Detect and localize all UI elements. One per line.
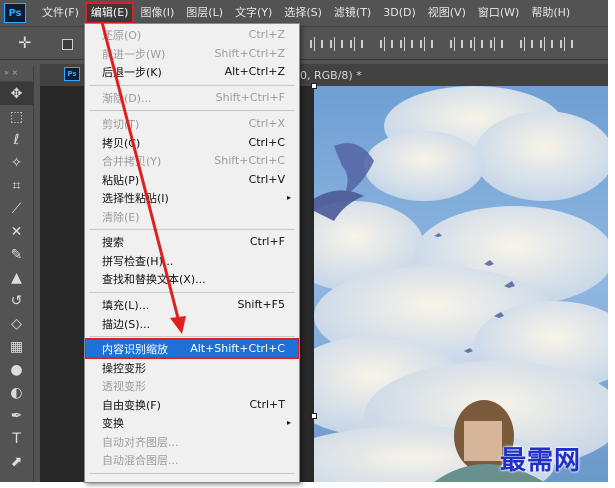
edit-menu-auto-align-layers[interactable]: 自动对齐图层...: [85, 432, 299, 451]
edit-menu-step-backward[interactable]: 后退一步(K) Alt+Ctrl+Z: [85, 62, 299, 81]
edit-menu-search[interactable]: 搜索 Ctrl+F: [85, 232, 299, 251]
move-icon[interactable]: ✛: [18, 33, 31, 52]
auto-select-checkbox[interactable]: [62, 39, 73, 50]
edit-menu-copy-merged[interactable]: 合并拷贝(Y) Shift+Ctrl+C: [85, 151, 299, 170]
blur-tool-icon[interactable]: ●: [0, 358, 33, 381]
eraser-tool-icon[interactable]: ◇: [0, 312, 33, 335]
eyedropper-tool-icon[interactable]: ⟋: [0, 197, 33, 220]
marquee-tool-icon[interactable]: ⬚: [0, 105, 33, 128]
edit-menu-step-forward[interactable]: 前进一步(W) Shift+Ctrl+Z: [85, 44, 299, 63]
edit-menu-paste-special[interactable]: 选择性粘贴(I) ▸: [85, 188, 299, 207]
distribute-left-icon[interactable]: [515, 36, 535, 52]
edit-menu-perspective-warp[interactable]: 透视变形: [85, 376, 299, 395]
crop-tool-icon[interactable]: ⌗: [0, 174, 33, 197]
brush-tool-icon[interactable]: ✎: [0, 243, 33, 266]
path-selection-tool-icon[interactable]: ⬈: [0, 450, 33, 473]
align-left-icon[interactable]: [375, 36, 395, 52]
align-vcenter-icon[interactable]: [325, 36, 345, 52]
align-bottom-icon[interactable]: [345, 36, 365, 52]
edit-menu-fade[interactable]: 渐隐(D)... Shift+Ctrl+F: [85, 88, 299, 107]
transform-handle-top-left[interactable]: [311, 83, 317, 89]
dodge-tool-icon[interactable]: ◐: [0, 381, 33, 404]
distribute-vcenter-icon[interactable]: [465, 36, 485, 52]
menu-select[interactable]: 选择(S): [278, 2, 328, 24]
menu-type[interactable]: 文字(Y): [229, 2, 278, 24]
menu-file[interactable]: 文件(F): [36, 2, 85, 24]
pen-tool-icon[interactable]: ✒: [0, 404, 33, 427]
type-tool-icon[interactable]: T: [0, 427, 33, 450]
document-ps-icon: Ps: [64, 67, 80, 81]
distribute-bottom-icon[interactable]: [485, 36, 505, 52]
menu-separator: [89, 229, 295, 230]
menu-filter[interactable]: 滤镜(T): [328, 2, 377, 24]
tools-panel-header[interactable]: » ×: [0, 66, 33, 82]
gradient-tool-icon[interactable]: ▦: [0, 335, 33, 358]
distribute-hcenter-icon[interactable]: [535, 36, 555, 52]
edit-menu-clear[interactable]: 清除(E): [85, 207, 299, 226]
history-brush-tool-icon[interactable]: ↺: [0, 289, 33, 312]
edit-menu-cut[interactable]: 剪切(T) Ctrl+X: [85, 114, 299, 133]
move-tool-icon[interactable]: ✥: [0, 82, 33, 105]
edit-menu-fill[interactable]: 填充(L)... Shift+F5: [85, 295, 299, 314]
menu-3d[interactable]: 3D(D): [377, 2, 422, 24]
menu-view[interactable]: 视图(V): [422, 2, 472, 24]
edit-menu-dropdown: 还原(O) Ctrl+Z 前进一步(W) Shift+Ctrl+Z 后退一步(K) A…: [84, 23, 300, 483]
edit-menu-puppet-warp[interactable]: 操控变形: [85, 358, 299, 377]
lasso-tool-icon[interactable]: ℓ: [0, 128, 33, 151]
photoshop-logo: Ps: [4, 3, 26, 23]
menu-window[interactable]: 窗口(W): [472, 2, 525, 24]
edit-menu-content-aware-scale[interactable]: 内容识别缩放 Alt+Shift+Ctrl+C: [85, 338, 299, 359]
submenu-arrow-icon: ▸: [286, 193, 291, 202]
stamp-tool-icon[interactable]: ▲: [0, 266, 33, 289]
edit-menu-stroke[interactable]: 描边(S)...: [85, 314, 299, 333]
edit-menu-free-transform[interactable]: 自由变换(F) Ctrl+T: [85, 395, 299, 414]
menu-edit[interactable]: 编辑(E): [84, 2, 135, 24]
menu-separator: [89, 292, 295, 293]
align-hcenter-icon[interactable]: [395, 36, 415, 52]
distribute-top-icon[interactable]: [445, 36, 465, 52]
menu-separator: [89, 336, 295, 337]
align-buttons: [305, 36, 575, 52]
tools-panel: » × ✥ ⬚ ℓ ✧ ⌗ ⟋ ✕ ✎ ▲ ↺ ◇ ▦ ● ◐ ✒ T ⬈: [0, 66, 34, 482]
edit-menu-undo[interactable]: 还原(O) Ctrl+Z: [85, 25, 299, 44]
menu-help[interactable]: 帮助(H): [525, 2, 576, 24]
canvas-image[interactable]: [314, 86, 608, 482]
edit-menu-copy[interactable]: 拷贝(C) Ctrl+C: [85, 133, 299, 152]
menu-layer[interactable]: 图层(L): [180, 2, 229, 24]
edit-menu-spell-check[interactable]: 拼写检查(H)...: [85, 251, 299, 270]
transform-handle-mid-left[interactable]: [311, 413, 317, 419]
edit-menu-find-replace[interactable]: 查找和替换文本(X)...: [85, 269, 299, 288]
healing-tool-icon[interactable]: ✕: [0, 220, 33, 243]
menu-separator: [89, 473, 295, 474]
edit-menu-transform[interactable]: 变换 ▸: [85, 413, 299, 432]
distribute-right-icon[interactable]: [555, 36, 575, 52]
magic-wand-tool-icon[interactable]: ✧: [0, 151, 33, 174]
sky-illustration: [314, 86, 608, 482]
edit-menu-auto-blend-layers[interactable]: 自动混合图层...: [85, 450, 299, 469]
align-top-icon[interactable]: [305, 36, 325, 52]
edit-menu-paste[interactable]: 粘贴(P) Ctrl+V: [85, 170, 299, 189]
menu-separator: [89, 110, 295, 111]
document-tab-title[interactable]: 0, RGB/8) *: [300, 69, 362, 82]
align-right-icon[interactable]: [415, 36, 435, 52]
menu-separator: [89, 85, 295, 86]
submenu-arrow-icon: ▸: [286, 418, 291, 427]
menu-image[interactable]: 图像(I): [134, 2, 180, 24]
site-watermark: 最需网: [500, 446, 582, 476]
